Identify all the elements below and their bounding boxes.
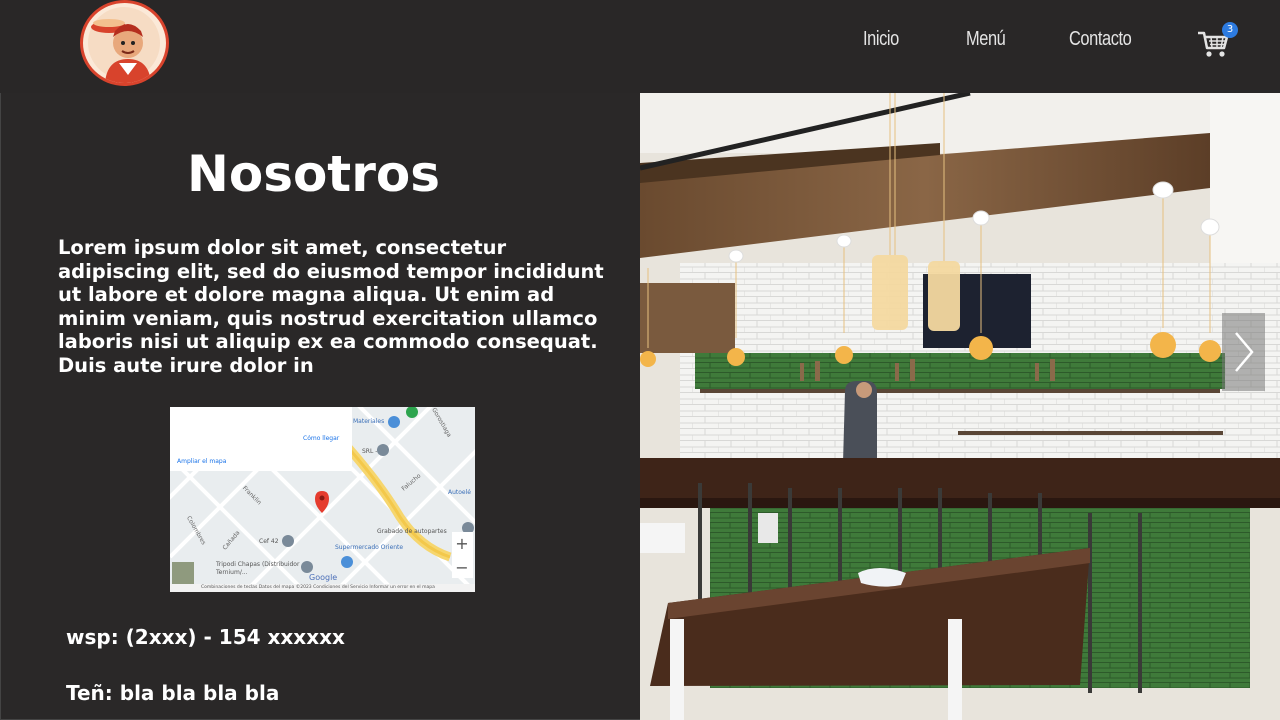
chef-logo[interactable] — [80, 0, 169, 86]
svg-text:−: − — [455, 558, 468, 577]
map-place-label: Supermercado Oriente — [335, 544, 404, 551]
carousel-next-button[interactable] — [1222, 313, 1265, 391]
site-header: Inicio Menú Contacto 3 — [0, 0, 1280, 93]
map-place-label: Grabado de autopartes — [377, 528, 447, 535]
map-directions-link[interactable]: Cómo llegar — [303, 435, 339, 442]
nav-contacto[interactable]: Contacto — [1069, 28, 1132, 51]
nav-menu[interactable]: Menú — [966, 28, 1006, 51]
map-place-label: Autoelé — [448, 489, 471, 496]
map-google-logo: Google — [309, 573, 338, 582]
map-place-label: SRL - — [362, 448, 378, 455]
restaurant-photo — [640, 93, 1280, 720]
svg-text:+: + — [455, 534, 468, 553]
about-description: Lorem ipsum dolor sit amet, consectetur … — [58, 236, 604, 377]
map-footer: Combinaciones de teclas Datos del mapa ©… — [201, 585, 435, 590]
telephone-text: Teñ: bla bla bla bla — [66, 681, 280, 705]
chevron-right-icon — [1235, 332, 1254, 372]
about-section: Nosotros Lorem ipsum dolor sit amet, con… — [0, 93, 640, 720]
whatsapp-text: wsp: (2xxx) - 154 xxxxxx — [66, 625, 345, 649]
map-place-label: Cef 42 — [259, 538, 279, 545]
section-title: Nosotros — [187, 145, 440, 203]
nav-inicio[interactable]: Inicio — [863, 28, 899, 51]
cart-count-badge: 3 — [1222, 22, 1238, 38]
map-place-label: Materiales — [353, 418, 385, 425]
embedded-map[interactable]: + − Ampliar el mapa Cómo llegar Material… — [170, 407, 475, 592]
map-place-label: Tripodi Chapas (Distribuidor Ternium/... — [216, 561, 300, 576]
map-expand-link[interactable]: Ampliar el mapa — [177, 458, 226, 465]
